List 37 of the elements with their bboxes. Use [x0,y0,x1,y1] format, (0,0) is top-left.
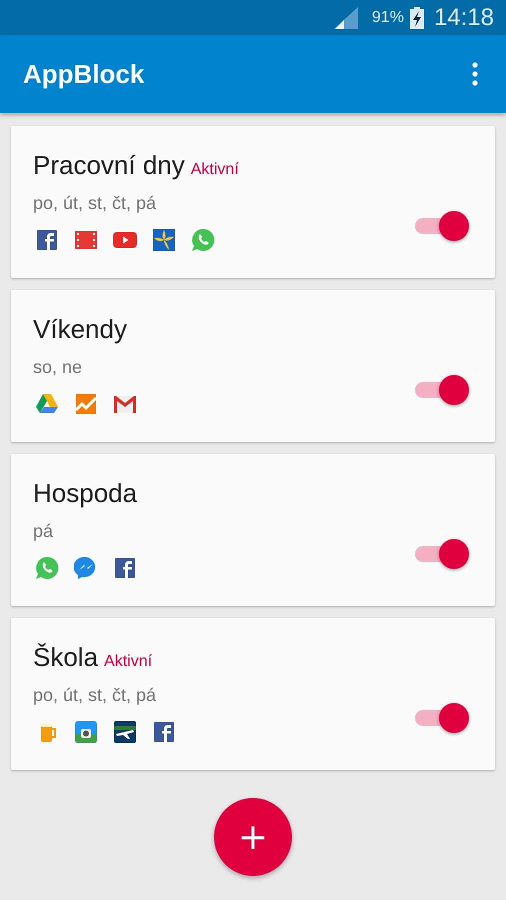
profile-card[interactable]: Škola Aktivní po, út, st, čt, pá [11,618,495,770]
profile-days: so, ne [33,357,137,378]
toggle-switch[interactable] [413,539,469,569]
phone-bubble-icon [35,556,59,580]
battery-percent: 91% [372,8,404,26]
profile-name: Víkendy [33,314,127,345]
active-label: Aktivní [104,653,152,671]
triangle-icon [35,392,59,416]
f-square-icon [152,720,176,744]
more-options-icon[interactable] [472,62,478,86]
profile-card[interactable]: Hospoda pá [11,454,495,606]
signal-icon [334,6,358,28]
toggle-switch[interactable] [413,703,469,733]
clock: 14:18 [434,4,494,32]
flower-icon [152,228,176,252]
airplane-icon [113,720,137,744]
profile-name: Hospoda [33,478,138,509]
chart-icon [74,392,98,416]
phone-bubble-icon [191,228,215,252]
profile-days: po, út, st, čt, pá [33,193,239,214]
film-icon [74,228,98,252]
f-square-icon [35,228,59,252]
app-title: AppBlock [23,58,144,90]
profile-card[interactable]: Víkendy so, ne [11,290,495,442]
active-label: Aktivní [190,161,239,179]
chat-bubble-icon [74,556,98,580]
f-square-icon [113,556,137,580]
toggle-switch[interactable] [413,375,469,405]
profile-name: Škola [33,642,98,673]
add-button[interactable]: + [214,798,292,876]
battery-charging-icon [410,6,424,28]
profile-days: pá [33,521,138,542]
camera-icon [74,720,98,744]
profile-days: po, út, st, čt, pá [33,685,176,706]
profile-card[interactable]: Pracovní dny Aktivní po, út, st, čt, pá [11,126,495,278]
profile-name: Pracovní dny [33,150,185,181]
toggle-switch[interactable] [413,211,469,241]
